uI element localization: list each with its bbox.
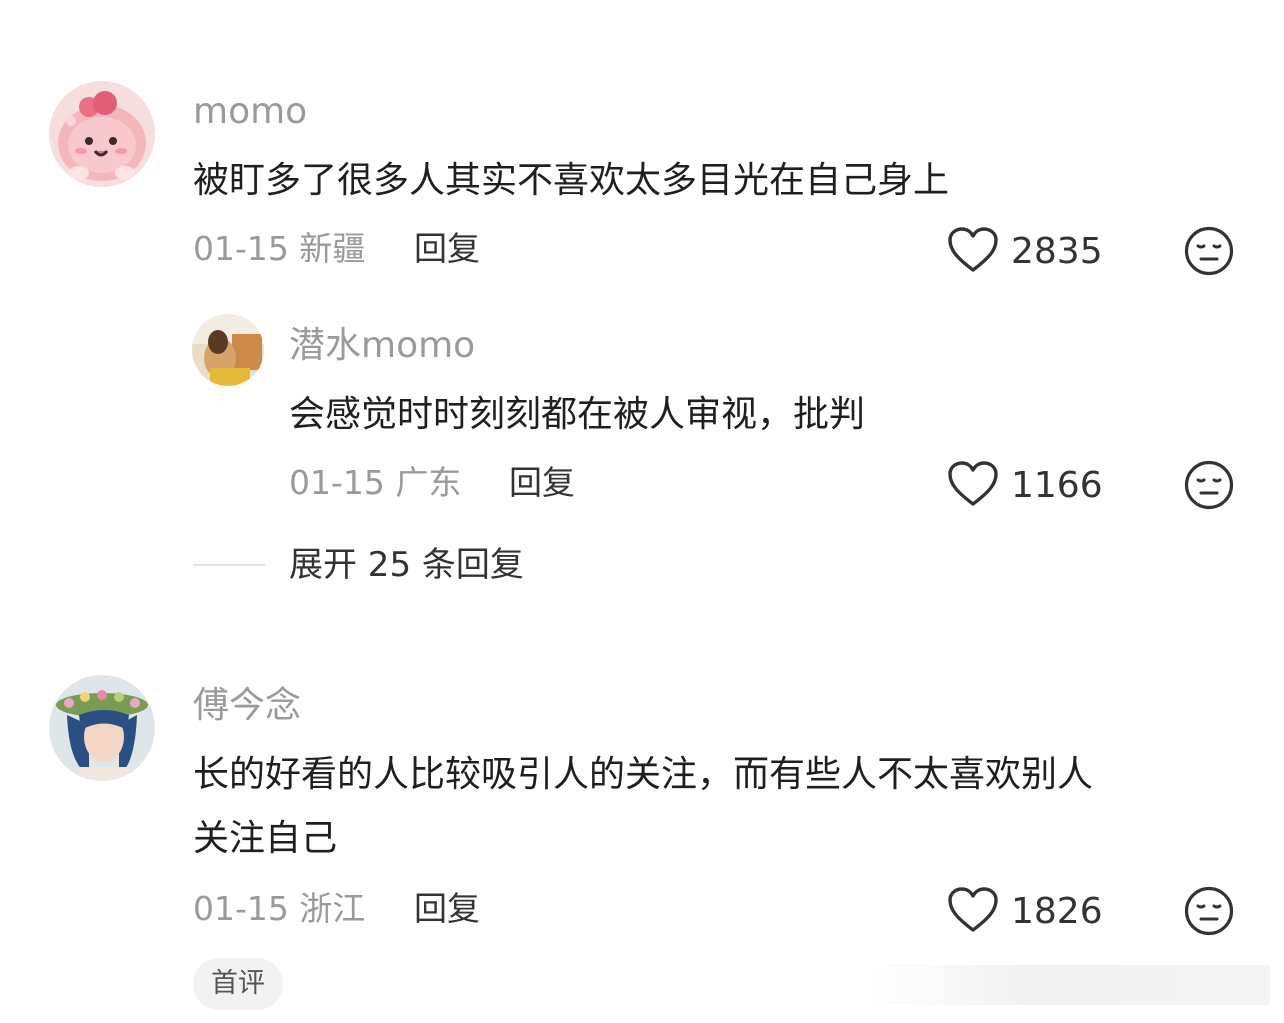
avatar[interactable]: [192, 314, 264, 386]
heart-outline-icon[interactable]: [947, 886, 999, 934]
comment-location: 广东: [395, 463, 462, 502]
like-count: 1826: [1011, 891, 1103, 932]
comment-text-line-2: 关注自己: [193, 818, 338, 859]
comment-date: 01-15: [289, 463, 385, 502]
username[interactable]: momo: [193, 92, 307, 132]
comment-text: 被盯多了很多人其实不喜欢太多目光在自己身上: [193, 160, 950, 201]
reply-button[interactable]: 回复: [414, 229, 480, 269]
username[interactable]: 傅今念: [193, 686, 301, 726]
comment-location: 浙江: [299, 889, 366, 928]
comment-location: 新疆: [299, 229, 366, 268]
meh-face-icon[interactable]: [1184, 460, 1234, 510]
first-comment-badge: 首评: [193, 958, 283, 1010]
like-count: 2835: [1011, 231, 1103, 272]
heart-outline-icon[interactable]: [947, 460, 999, 508]
comment-meta: 01-15 新疆: [193, 229, 365, 269]
expand-replies-button[interactable]: 展开 25 条回复: [289, 545, 524, 585]
meh-face-icon[interactable]: [1184, 226, 1234, 276]
username[interactable]: 潜水momo: [289, 326, 475, 366]
avatar[interactable]: [49, 675, 155, 781]
comment-date: 01-15: [193, 229, 289, 268]
heart-outline-icon[interactable]: [947, 226, 999, 274]
comment-text-line-1: 长的好看的人比较吸引人的关注，而有些人不太喜欢别人: [193, 754, 1094, 795]
reply-button[interactable]: 回复: [509, 463, 575, 503]
comment-date: 01-15: [193, 889, 289, 928]
comment-meta: 01-15 广东: [289, 463, 461, 503]
watermark: [870, 965, 1270, 1005]
reply-button[interactable]: 回复: [414, 889, 480, 929]
comment-text: 会感觉时时刻刻都在被人审视，批判: [289, 394, 866, 435]
meh-face-icon[interactable]: [1184, 886, 1234, 936]
comment-meta: 01-15 浙江: [193, 889, 365, 929]
divider: [193, 564, 265, 566]
like-count: 1166: [1011, 465, 1103, 506]
avatar[interactable]: [49, 81, 155, 187]
